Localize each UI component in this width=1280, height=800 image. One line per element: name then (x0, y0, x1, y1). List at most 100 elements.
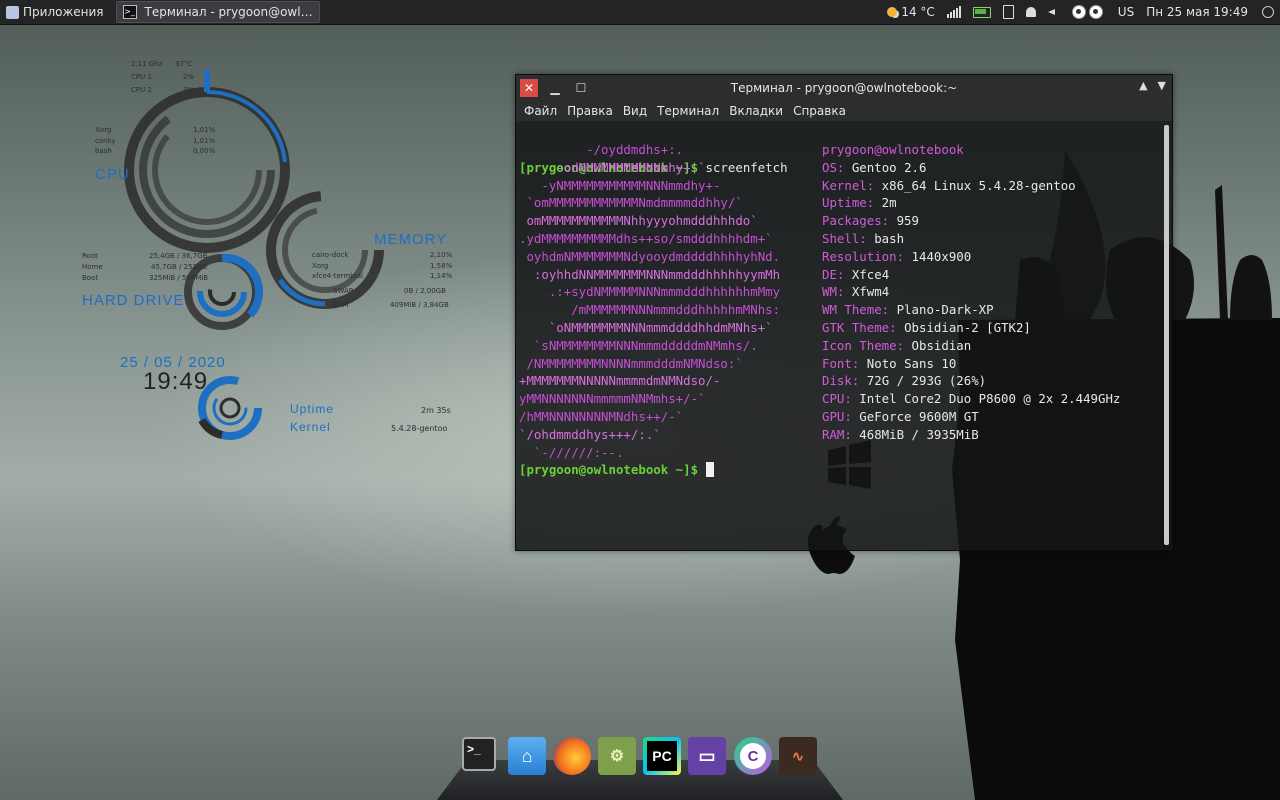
system-info-value: Gentoo 2.6 (844, 159, 927, 175)
ram-label: RAM (333, 301, 349, 309)
dock-terminal-icon[interactable]: >_ (462, 737, 496, 771)
power-icon (1262, 6, 1274, 18)
cpu-proc-3-value: 0,00% (193, 147, 216, 155)
system-info-label: GTK Theme: (822, 319, 897, 335)
system-info-value: GeForce 9600M GT (851, 408, 979, 424)
system-info-value: 959 (889, 213, 919, 229)
battery-icon[interactable] (972, 6, 991, 18)
power-button[interactable] (1260, 6, 1274, 18)
logo-line: -yNMMMMMMMMMMMNNNmmdhy+- (519, 177, 721, 193)
maximize-button[interactable]: ☐ (572, 79, 590, 97)
weather-widget[interactable]: 14 °C (887, 5, 935, 19)
logo-line: `oNMMMMMMMNNNmmmddddhhdmMNhs+` (519, 319, 773, 335)
close-button[interactable]: ✕ (520, 79, 538, 97)
menu-file[interactable]: Файл (519, 104, 562, 118)
dock-home-folder-icon[interactable]: ⌂ (508, 737, 546, 775)
system-info-label: Packages: (822, 213, 890, 229)
conky-gauges (124, 70, 384, 440)
pycharm-label: PC (647, 741, 677, 771)
dock-clion-icon[interactable]: C (734, 737, 772, 775)
disk-boot-label: Boot (82, 274, 99, 282)
minimize-button[interactable]: ▁ (546, 79, 564, 97)
logo-line: +MMMMMMMNNNNNmmmmdmNMNdso/- (519, 373, 721, 389)
menu-help[interactable]: Справка (788, 104, 851, 118)
cpu-core-2-label: CPU 2 (131, 86, 152, 94)
dock-firefox-icon[interactable] (553, 737, 591, 775)
system-info: prygoon@owlnotebook OS: Gentoo 2.6 Kernel:… (822, 141, 1120, 444)
system-info-row: Uptime: 2m (822, 194, 1120, 212)
system-info-label: CPU: (822, 391, 852, 407)
system-info-value: Plano-Dark-XP (889, 302, 994, 318)
system-info-label: WM Theme: (822, 302, 890, 318)
panel-clock[interactable]: Пн 25 мая 19:49 (1146, 5, 1248, 19)
system-info-label: Font: (822, 355, 860, 371)
network-signal-icon[interactable] (946, 6, 961, 18)
system-info-value: bash (866, 230, 905, 246)
chevron-down-icon[interactable]: ▼ (1158, 79, 1166, 92)
dock-android-studio-icon[interactable]: ⚙ (598, 737, 636, 775)
keyboard-layout[interactable]: US (1118, 5, 1134, 19)
terminal-titlebar[interactable]: ✕ ▁ ☐ Терминал - prygoon@owlnotebook:~ ▲… (516, 75, 1172, 101)
mem-proc-1-value: 2,10% (430, 251, 453, 259)
conky-time: 19:49 (143, 368, 209, 395)
system-info-row: DE: Xfce4 (822, 266, 1120, 284)
logo-line: -odNMMMMMMMMNNmhy+-` (519, 159, 706, 175)
system-info-label: Shell: (822, 230, 867, 246)
disk-home-label: Home (82, 263, 103, 271)
logo-line: .:+sydNMMMMMNNNmmmdddhhhhhhmMmy (519, 284, 781, 300)
system-info-label: DE: (822, 266, 845, 282)
kernel-label: Kernel (290, 420, 331, 434)
system-info-value: 72G / 293G (26%) (859, 373, 987, 389)
dock-twitch-icon[interactable]: ▭ (688, 737, 726, 775)
menu-terminal[interactable]: Терминал (652, 104, 724, 118)
system-info-row: Kernel: x86_64 Linux 5.4.28-gentoo (822, 177, 1120, 195)
system-info-row: WM: Xfwm4 (822, 283, 1120, 301)
system-info-row: Disk: 72G / 293G (26%) (822, 372, 1120, 390)
terminal-icon: >_ (122, 5, 137, 19)
volume-icon[interactable] (1047, 7, 1060, 17)
dock-system-monitor-icon[interactable]: ∿ (779, 737, 817, 775)
system-info-row: Font: Noto Sans 10 (822, 355, 1120, 373)
system-tray: 14 °C US Пн 25 мая 19:49 (881, 0, 1280, 24)
system-info-label: RAM: (822, 426, 852, 442)
uptime-value: 2m 35s (421, 406, 451, 415)
menu-tabs[interactable]: Вкладки (724, 104, 788, 118)
applications-menu-button[interactable]: Приложения (0, 0, 110, 24)
logo-line: `omMMMMMMMMMMMMNmdmmmmddhhy/` (519, 195, 743, 211)
notification-bell-icon[interactable] (1025, 7, 1036, 17)
mem-proc-3-value: 1,14% (430, 272, 453, 280)
system-info-row: Packages: 959 (822, 212, 1120, 230)
system-info-label: OS: (822, 159, 845, 175)
logo-line: /mMMMMMMNNNmmmdddhhhhhmMNhs: (519, 302, 781, 318)
text-cursor (705, 462, 714, 477)
new-prompt-line: [prygoon@owlnotebook ~]$ (519, 461, 714, 479)
clipboard-icon[interactable] (1002, 5, 1014, 19)
arrow-up-icon[interactable]: ▲ (1139, 79, 1147, 92)
system-info-value: prygoon@owlnotebook (822, 142, 964, 157)
menu-view[interactable]: Вид (618, 104, 652, 118)
logo-line: omMMMMMMMMMMMNhhyyyohmdddhhhdo` (519, 213, 758, 229)
system-info-row: WM Theme: Plano-Dark-XP (822, 301, 1120, 319)
cpu-core-2-value: 3% (183, 86, 195, 94)
logo-line: `-//////:--. (519, 444, 624, 460)
mem-proc-2-name: Xorg (312, 262, 329, 270)
weather-sun-icon (887, 7, 898, 17)
system-info-label: Resolution: (822, 248, 905, 264)
terminal-output[interactable]: [prygoon@owlnotebook ~]$ screenfetch -/o… (516, 121, 1162, 550)
disk-root-label: Root (82, 252, 98, 260)
system-info-value: Obsidian-2 [GTK2] (896, 319, 1031, 335)
terminal-scrollbar[interactable] (1164, 125, 1169, 545)
cpu-proc-1-value: 1,01% (193, 126, 216, 134)
dock-pycharm-icon[interactable]: PC (643, 737, 681, 775)
menu-edit[interactable]: Правка (562, 104, 618, 118)
user-indicator-icon[interactable] (1071, 5, 1106, 19)
system-info-label: Uptime: (822, 195, 875, 211)
terminal-menubar: Файл Правка Вид Терминал Вкладки Справка (516, 101, 1172, 121)
taskbar-terminal-button[interactable]: >_ Терминал - prygoon@owl… (115, 1, 320, 23)
applications-menu-label: Приложения (23, 5, 104, 19)
system-info-row: RAM: 468MiB / 3935MiB (822, 426, 1120, 444)
system-info-value: Xfwm4 (844, 284, 890, 300)
prompt-2: [prygoon@owlnotebook ~]$ (519, 462, 699, 477)
taskbar-terminal-label: Терминал - prygoon@owl… (144, 5, 313, 19)
disk-root-value: 25,4GB / 36,7GB (149, 252, 208, 260)
